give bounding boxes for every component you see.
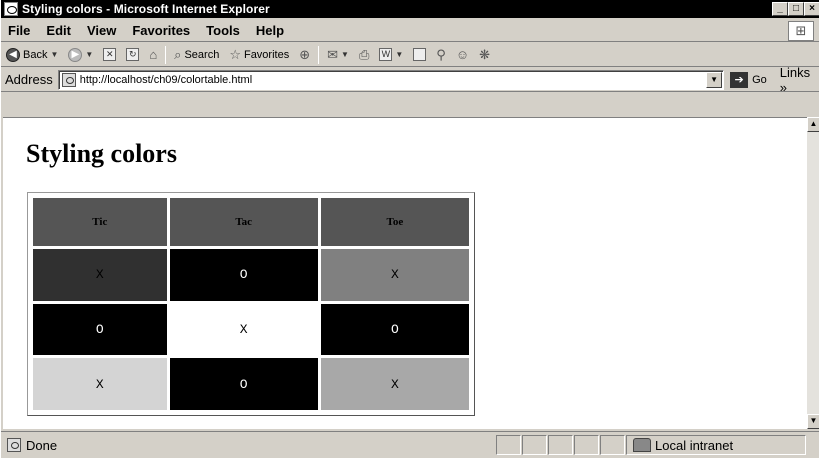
intranet-icon (633, 438, 651, 452)
title-bar: Styling colors - Microsoft Internet Expl… (1, 0, 819, 18)
status-pane (496, 435, 521, 455)
refresh-button[interactable]: ↻ (121, 48, 144, 61)
go-arrow-icon: ➔ (730, 71, 749, 88)
vertical-scrollbar[interactable]: ▲ ▼ (807, 117, 819, 429)
table-cell: O (320, 303, 469, 356)
security-zone[interactable]: Local intranet (626, 435, 806, 455)
forward-button[interactable]: ▶ ▼ (63, 47, 98, 62)
search-label: Search (184, 48, 220, 61)
table-cell: X (33, 249, 167, 301)
standard-toolbar: ◀ Back ▼ ▶ ▼ ✕ ↻ ⌂ ⌕ Search ☆ Favorites … (1, 43, 819, 67)
table-cell: X (320, 358, 469, 410)
table-cell: O (169, 249, 318, 301)
research-button[interactable]: ⚲ (431, 47, 451, 63)
close-button[interactable]: × (804, 2, 819, 16)
messenger-icon: ☺ (455, 47, 470, 62)
windows-flag-icon: ⊞ (788, 21, 814, 41)
links-button[interactable]: Links » (780, 65, 819, 95)
table-row: X O X (33, 358, 469, 410)
table-row: X O X (33, 249, 469, 301)
menu-file[interactable]: File (1, 23, 38, 38)
zone-label: Local intranet (655, 437, 734, 453)
window-controls: _ □ × (772, 2, 819, 16)
home-icon: ⌂ (149, 47, 158, 62)
print-icon: ⎙ (358, 46, 370, 62)
toolbar-separator (165, 45, 167, 64)
address-url[interactable]: http://localhost/ch09/colortable.html (80, 74, 252, 86)
discuss-icon (413, 48, 427, 61)
status-panes (496, 435, 626, 455)
discuss-button[interactable] (408, 48, 431, 61)
search-button[interactable]: ⌕ Search (169, 47, 224, 63)
search-icon: ⌕ (174, 46, 182, 62)
status-pane (574, 435, 599, 455)
back-label: Back (23, 48, 48, 61)
status-pane (600, 435, 625, 455)
print-button[interactable]: ⎙ (354, 47, 374, 63)
edit-icon: W (379, 48, 393, 61)
mail-dropdown-icon[interactable]: ▼ (341, 50, 349, 59)
page-heading: Styling colors (26, 139, 177, 168)
history-button[interactable]: ⊕ (294, 47, 315, 63)
status-bar: Done Local intranet (1, 431, 819, 458)
scroll-up-arrow-icon[interactable]: ▲ (807, 117, 819, 132)
edit-button[interactable]: W ▼ (374, 48, 408, 61)
research-icon: ⚲ (436, 46, 446, 62)
address-input[interactable]: http://localhost/ch09/colortable.html ▼ (57, 69, 725, 90)
refresh-icon: ↻ (126, 48, 140, 61)
mail-button[interactable]: ✉ ▼ (322, 47, 354, 63)
table-header-cell: Tic (33, 198, 167, 246)
table-cell: O (169, 358, 318, 410)
menu-view[interactable]: View (79, 23, 124, 38)
maximize-button[interactable]: □ (788, 2, 804, 16)
forward-arrow-icon: ▶ (68, 47, 83, 62)
address-bar: Address http://localhost/ch09/colortable… (1, 65, 819, 95)
table-cell: O (33, 303, 167, 356)
messenger-button[interactable]: ☺ (451, 47, 474, 62)
history-icon: ⊕ (299, 46, 311, 62)
table-row: O X O (33, 303, 469, 356)
mail-icon: ✉ (327, 46, 339, 62)
forward-dropdown-icon[interactable]: ▼ (85, 50, 93, 59)
status-pane (548, 435, 573, 455)
favorites-button[interactable]: ☆ Favorites (224, 47, 294, 63)
table-header-cell: Toe (320, 198, 469, 246)
favorites-label: Favorites (243, 48, 290, 61)
menu-bar: File Edit View Favorites Tools Help ⊞ (1, 19, 819, 42)
menu-tools[interactable]: Tools (198, 23, 248, 38)
page-icon (61, 72, 76, 87)
menu-edit[interactable]: Edit (38, 23, 79, 38)
go-button[interactable]: ➔ Go (730, 71, 767, 88)
address-label: Address (5, 72, 53, 87)
status-text: Done (26, 437, 58, 453)
favorites-star-icon: ☆ (229, 46, 241, 62)
home-button[interactable]: ⌂ (144, 47, 162, 62)
browser-window: Styling colors - Microsoft Internet Expl… (0, 0, 819, 458)
stop-icon: ✕ (103, 48, 117, 61)
table-cell: X (320, 249, 469, 301)
table-header-cell: Tac (169, 198, 318, 246)
window-title: Styling colors - Microsoft Internet Expl… (22, 2, 270, 16)
status-pane (522, 435, 547, 455)
tic-tac-toe-table: Tic Tac Toe X O X O X O X O X (27, 192, 475, 416)
back-arrow-icon: ◀ (6, 47, 20, 62)
extra-tool-button[interactable]: ❋ (474, 47, 495, 63)
minimize-button[interactable]: _ (772, 2, 788, 16)
back-button[interactable]: ◀ Back ▼ (1, 47, 63, 62)
stop-button[interactable]: ✕ (98, 48, 121, 61)
edit-dropdown-icon[interactable]: ▼ (395, 50, 403, 59)
menu-help[interactable]: Help (248, 23, 292, 38)
tool-icon: ❋ (479, 46, 490, 62)
scroll-down-arrow-icon[interactable]: ▼ (807, 414, 819, 429)
ie-app-icon[interactable] (4, 2, 18, 16)
toolbar-separator (318, 45, 320, 64)
menu-favorites[interactable]: Favorites (124, 23, 198, 38)
table-cell: X (33, 358, 167, 410)
page-done-icon (7, 438, 21, 452)
table-cell: X (169, 303, 318, 356)
back-dropdown-icon[interactable]: ▼ (50, 50, 58, 59)
address-dropdown-icon[interactable]: ▼ (706, 71, 723, 88)
go-label: Go (752, 73, 767, 86)
